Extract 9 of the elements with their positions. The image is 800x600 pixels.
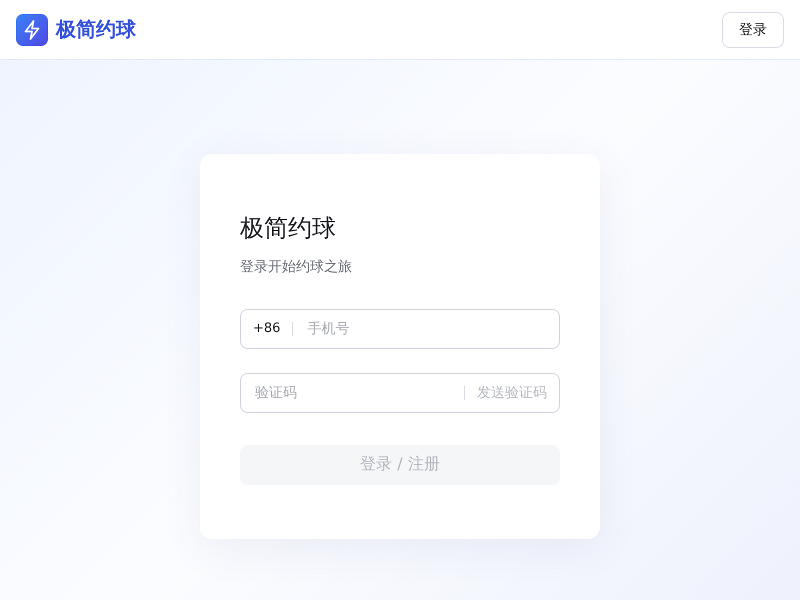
brand-name: 极简约球 — [56, 16, 136, 43]
card-subtitle: 登录开始约球之旅 — [240, 258, 353, 276]
login-button[interactable]: 登录 — [722, 12, 784, 48]
country-code: +86 — [253, 321, 280, 336]
card-title: 极简约球 — [240, 212, 337, 244]
lightning-logo-icon — [16, 14, 48, 46]
code-input-field[interactable]: 验证码 — [253, 384, 452, 402]
phone-field[interactable]: +86 手机号 — [240, 308, 560, 348]
phone-input-field[interactable]: 手机号 — [305, 320, 547, 338]
